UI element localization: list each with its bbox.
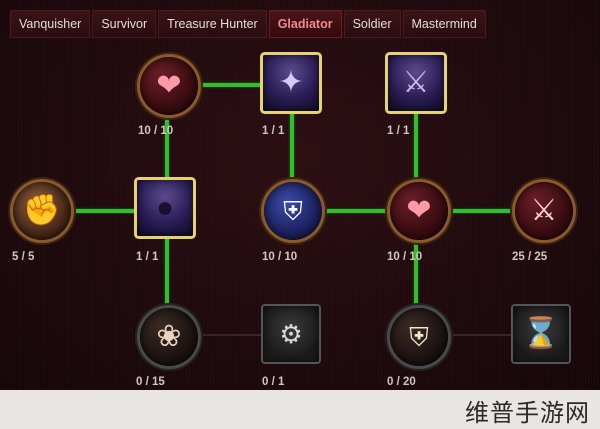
talent-node-shadow-boot[interactable]: ✦ xyxy=(263,55,319,111)
tab-bar: Vanquisher Survivor Treasure Hunter Glad… xyxy=(0,8,600,40)
talent-node-dark-figure[interactable]: ● xyxy=(137,180,193,236)
talent-node-shield-bottom[interactable]: ⛨ xyxy=(390,308,448,366)
vortex-icon: ❀ xyxy=(156,320,182,353)
talent-node-heart-mid[interactable]: ❤ xyxy=(390,182,448,240)
watermark-text: 维普手游网 xyxy=(465,399,590,427)
heart-icon: ❤ xyxy=(156,69,182,102)
tab-survivor[interactable]: Survivor xyxy=(92,10,157,38)
talent-rank: 10 / 10 xyxy=(387,251,423,263)
talent-rank: 5 / 5 xyxy=(12,251,35,263)
tab-gladiator[interactable]: Gladiator xyxy=(268,10,342,38)
tab-mastermind[interactable]: Mastermind xyxy=(402,10,486,38)
hourglass-icon: ⌛ xyxy=(522,317,560,350)
winged-boot-icon: ✦ xyxy=(278,66,304,99)
tab-soldier[interactable]: Soldier xyxy=(343,10,401,38)
connector xyxy=(165,237,169,311)
dark-figure-icon: ● xyxy=(155,191,175,224)
talent-node-crossed-swords[interactable]: ⚔ xyxy=(515,182,573,240)
talent-rank: 1 / 1 xyxy=(136,251,159,263)
connector xyxy=(414,110,418,182)
talent-node-heart-top[interactable]: ❤ xyxy=(140,57,198,115)
talent-rank: 10 / 10 xyxy=(262,251,298,263)
heart-icon: ❤ xyxy=(406,194,432,227)
talent-node-warrior[interactable]: ⚔ xyxy=(388,55,444,111)
bear-trap-icon: ⚙ xyxy=(279,319,303,349)
warrior-figure-icon: ⚔ xyxy=(402,66,430,99)
connector-locked xyxy=(200,334,264,336)
connector xyxy=(452,209,516,213)
connector xyxy=(198,83,266,87)
shield-icon: ⛨ xyxy=(283,196,303,226)
connector xyxy=(72,209,138,213)
talent-tree-panel: Vanquisher Survivor Treasure Hunter Glad… xyxy=(0,0,600,390)
tab-vanquisher[interactable]: Vanquisher xyxy=(10,10,91,38)
tab-treasure-hunter[interactable]: Treasure Hunter xyxy=(158,10,267,38)
crossed-swords-icon: ⚔ xyxy=(530,194,558,227)
connector xyxy=(326,209,390,213)
talent-node-blue-shield[interactable]: ⛨ xyxy=(264,182,322,240)
talent-rank: 0 / 20 xyxy=(387,376,416,388)
talent-node-trap[interactable]: ⚙ xyxy=(263,306,319,362)
talent-node-hourglass[interactable]: ⌛ xyxy=(513,306,569,362)
fist-icon: ✊ xyxy=(23,194,61,227)
shield-icon: ⛨ xyxy=(409,322,429,352)
talent-rank: 10 / 10 xyxy=(138,125,174,137)
talent-node-fist[interactable]: ✊ xyxy=(13,182,71,240)
talent-rank: 0 / 15 xyxy=(136,376,165,388)
talent-node-vortex[interactable]: ❀ xyxy=(140,308,198,366)
talent-rank: 0 / 1 xyxy=(262,376,285,388)
talent-rank: 25 / 25 xyxy=(512,251,548,263)
connector-locked xyxy=(452,334,512,336)
talent-rank: 1 / 1 xyxy=(262,125,285,137)
connector xyxy=(290,110,294,182)
talent-rank: 1 / 1 xyxy=(387,125,410,137)
